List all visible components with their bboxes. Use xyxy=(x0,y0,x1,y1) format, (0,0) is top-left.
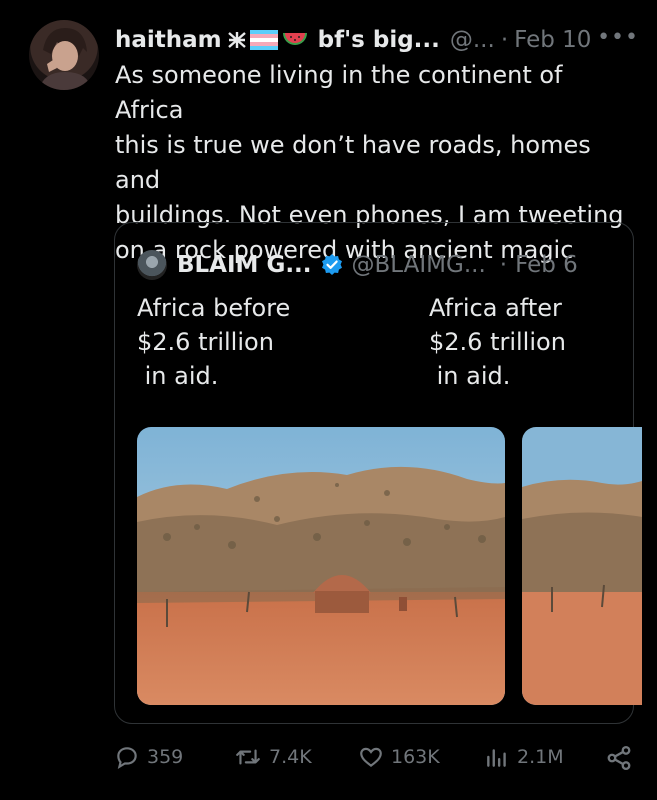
quote-avatar[interactable] xyxy=(137,250,167,280)
emoji-flags xyxy=(226,30,308,50)
display-name-rest[interactable]: bf's big... xyxy=(318,27,440,53)
quote-header: BLAIM G... @BLAIMG... · Feb 6 xyxy=(137,249,578,281)
like-button[interactable]: 163K xyxy=(358,744,440,770)
views-button[interactable]: 2.1M xyxy=(484,744,564,770)
retweet-count: 7.4K xyxy=(269,746,312,768)
photo-after[interactable] xyxy=(522,427,642,705)
verified-icon xyxy=(320,253,344,277)
reply-icon xyxy=(117,747,137,770)
symbol-icon xyxy=(227,32,246,48)
handle[interactable]: @... xyxy=(450,27,495,53)
retweet-button[interactable]: 7.4K xyxy=(234,744,312,770)
reply-button[interactable]: 359 xyxy=(114,744,183,770)
photo-before[interactable] xyxy=(137,427,505,705)
share-button[interactable] xyxy=(605,744,640,772)
avatar[interactable] xyxy=(29,20,99,90)
heart-icon xyxy=(360,747,382,768)
reply-count: 359 xyxy=(147,746,184,768)
more-icon[interactable]: ••• xyxy=(597,25,639,50)
display-name[interactable]: haitham xyxy=(115,27,222,53)
quote-timestamp[interactable]: Feb 6 xyxy=(515,252,578,278)
watermelon-icon xyxy=(282,33,307,45)
quote-separator: · xyxy=(499,252,508,278)
caption-after: Africa after $2.6 trillion in aid. xyxy=(429,294,566,390)
share-icon xyxy=(607,745,631,771)
trans-flag-icon xyxy=(249,30,278,50)
quote-display-name[interactable]: BLAIM G... xyxy=(177,252,312,278)
tweet-header: haitham bf's big... @... · Feb 10 ••• xyxy=(115,22,639,58)
caption-before: Africa before $2.6 trillion in aid. xyxy=(137,294,291,390)
action-bar: 359 7.4K 163K 2.1M xyxy=(114,744,639,784)
views-count: 2.1M xyxy=(517,746,564,768)
separator: · xyxy=(500,27,509,53)
retweet-icon xyxy=(236,749,260,765)
like-count: 163K xyxy=(391,746,440,768)
quote-handle[interactable]: @BLAIMG... xyxy=(352,252,486,278)
timestamp[interactable]: Feb 10 xyxy=(514,27,591,53)
views-icon xyxy=(487,749,506,767)
